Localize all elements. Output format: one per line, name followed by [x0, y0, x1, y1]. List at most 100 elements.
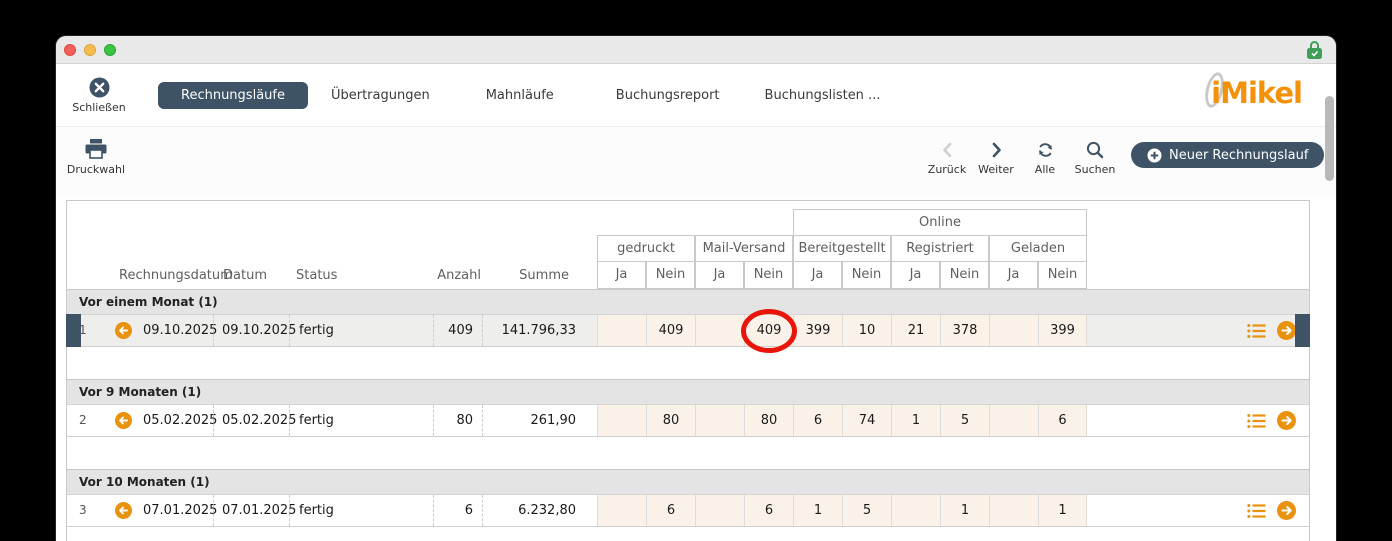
toolbar: Druckwahl Zurück Weiter Alle Suchen Neue…: [56, 126, 1336, 196]
column-header-mail-versand: Mail-Versand: [695, 235, 793, 262]
printer-icon: [85, 139, 107, 159]
column-header-summe: Summe: [519, 268, 569, 283]
selection-bar-right: [1295, 314, 1310, 347]
table-body: Vor einem Monat (1) 1 09.10.2025 09.10.2025…: [66, 289, 1310, 527]
cell-status: fertig: [289, 405, 433, 436]
arrow-left-circle-icon[interactable]: [103, 495, 143, 526]
cell-geladen-nein: 6: [1038, 405, 1087, 436]
arrow-right-circle-icon[interactable]: [1277, 411, 1296, 430]
imikel-logo: iMikel: [1202, 70, 1303, 110]
list-icon[interactable]: [1247, 413, 1266, 429]
column-header-status: Status: [296, 268, 338, 283]
annotation-red-circle: [741, 308, 797, 353]
cell-gedruckt-nein: 409: [646, 315, 695, 346]
cell-status: fertig: [289, 495, 433, 526]
column-header-ja: Ja: [597, 261, 646, 289]
cell-rechnungsdatum: 05.02.2025: [143, 413, 218, 428]
cell-registriert-ja: 1: [891, 405, 940, 436]
cell-bereitgestellt-nein: 10: [842, 315, 891, 346]
column-header-ja: Ja: [989, 261, 1038, 289]
cell-rechnungsdatum: 07.01.2025: [143, 503, 218, 518]
close-button[interactable]: Schließen: [70, 77, 128, 114]
tab-uebertragungen[interactable]: Übertragungen: [331, 88, 430, 103]
cell-bereitgestellt-nein: 74: [842, 405, 891, 436]
cell-datum: 05.02.2025: [213, 405, 296, 436]
cell-registriert-ja: [891, 495, 940, 526]
druckwahl-label: Druckwahl: [66, 163, 126, 176]
tab-buchungslisten[interactable]: Buchungslisten ...: [765, 88, 881, 103]
cell-gedruckt-ja: [597, 405, 646, 436]
column-header-rechnungsdatum: Rechnungsdatum: [119, 268, 233, 283]
cell-registriert-nein: 5: [940, 405, 989, 436]
cell-bereitgestellt-ja: 6: [793, 405, 842, 436]
cell-bereitgestellt-ja: 399: [793, 315, 842, 346]
column-header-ja: Ja: [891, 261, 940, 289]
cell-geladen-nein: 1: [1038, 495, 1087, 526]
column-header-anzahl: Anzahl: [437, 268, 481, 283]
column-header-geladen: Geladen: [989, 235, 1087, 262]
vertical-scrollbar-thumb[interactable]: [1325, 96, 1334, 181]
cell-registriert-nein: 378: [940, 315, 989, 346]
column-header-datum: Datum: [223, 268, 267, 283]
cell-summe: 261,90: [482, 405, 597, 436]
arrow-left-circle-icon[interactable]: [103, 405, 143, 436]
column-header-nein: Nein: [646, 261, 695, 289]
suchen-button[interactable]: Suchen: [1065, 141, 1125, 176]
group-spacer: [67, 437, 1309, 469]
chevron-right-icon: [988, 141, 1005, 159]
column-header-nein: Nein: [1038, 261, 1087, 289]
cell-registriert-nein: 1: [940, 495, 989, 526]
cell-mail-versand-nein: 80: [744, 405, 793, 436]
rechnungslaeufe-table: Online gedruckt Mail-Versand Bereitgeste…: [66, 200, 1310, 541]
zoom-traffic-light-icon[interactable]: [104, 44, 116, 56]
table-row[interactable]: 1 09.10.2025 09.10.2025 fertig 409 141.796,33…: [66, 308, 1310, 353]
cell-anzahl: 80: [433, 405, 482, 436]
list-icon[interactable]: [1247, 503, 1266, 519]
arrow-right-circle-icon[interactable]: [1277, 501, 1296, 520]
chevron-left-icon: [939, 141, 956, 159]
neuer-rechnungslauf-button[interactable]: Neuer Rechnungslauf: [1131, 142, 1325, 168]
column-header-gedruckt: gedruckt: [597, 235, 695, 262]
cell-mail-versand-nein: 6: [744, 495, 793, 526]
titlebar: [56, 36, 1336, 64]
arrow-right-circle-icon[interactable]: [1277, 321, 1296, 340]
cell-geladen-ja: [989, 405, 1038, 436]
cell-status: fertig: [289, 315, 433, 346]
tab-mahnlaeufe[interactable]: Mahnläufe: [486, 88, 554, 103]
search-icon: [1086, 141, 1104, 159]
arrow-left-circle-icon[interactable]: [103, 315, 143, 346]
lock-check-icon: [1307, 40, 1322, 59]
tab-rechnungslaeufe[interactable]: Rechnungsläufe: [158, 81, 308, 109]
cell-datum: 07.01.2025: [213, 495, 296, 526]
column-header-bereitgestellt: Bereitgestellt: [793, 235, 891, 262]
alle-label: Alle: [1034, 163, 1056, 176]
cell-gedruckt-nein: 80: [646, 405, 695, 436]
cell-geladen-nein: 399: [1038, 315, 1087, 346]
close-traffic-light-icon[interactable]: [64, 44, 76, 56]
column-header-nein: Nein: [842, 261, 891, 289]
neuer-rechnungslauf-label: Neuer Rechnungslauf: [1169, 147, 1309, 163]
table-row[interactable]: 2 05.02.2025 05.02.2025 fertig 80 261,90 80 80 6…: [67, 405, 1309, 437]
tab-buchungsreport[interactable]: Buchungsreport: [616, 88, 720, 103]
cell-mail-versand-nein: 409: [741, 308, 797, 353]
cell-gedruckt-nein: 6: [646, 495, 695, 526]
row-number: 3: [79, 503, 87, 517]
selection-bar-left: [66, 314, 81, 347]
cell-bereitgestellt-nein: 5: [842, 495, 891, 526]
column-header-registriert: Registriert: [891, 235, 989, 262]
cell-anzahl: 409: [433, 315, 482, 346]
cell-summe: 6.232,80: [482, 495, 597, 526]
refresh-icon: [1036, 141, 1055, 159]
group-header: Vor einem Monat (1): [67, 289, 1309, 315]
minimize-traffic-light-icon[interactable]: [84, 44, 96, 56]
druckwahl-button[interactable]: Druckwahl: [66, 139, 126, 176]
close-button-label: Schließen: [72, 100, 126, 114]
zurueck-label: Zurück: [927, 163, 967, 176]
cell-mail-versand-ja: [695, 495, 744, 526]
weiter-label: Weiter: [978, 163, 1014, 176]
table-row[interactable]: 3 07.01.2025 07.01.2025 fertig 6 6.232,80 6 6 1 5…: [67, 495, 1309, 527]
column-header-online: Online: [793, 209, 1087, 236]
list-icon[interactable]: [1247, 323, 1266, 339]
cell-datum: 09.10.2025: [213, 315, 296, 346]
column-header-ja: Ja: [695, 261, 744, 289]
